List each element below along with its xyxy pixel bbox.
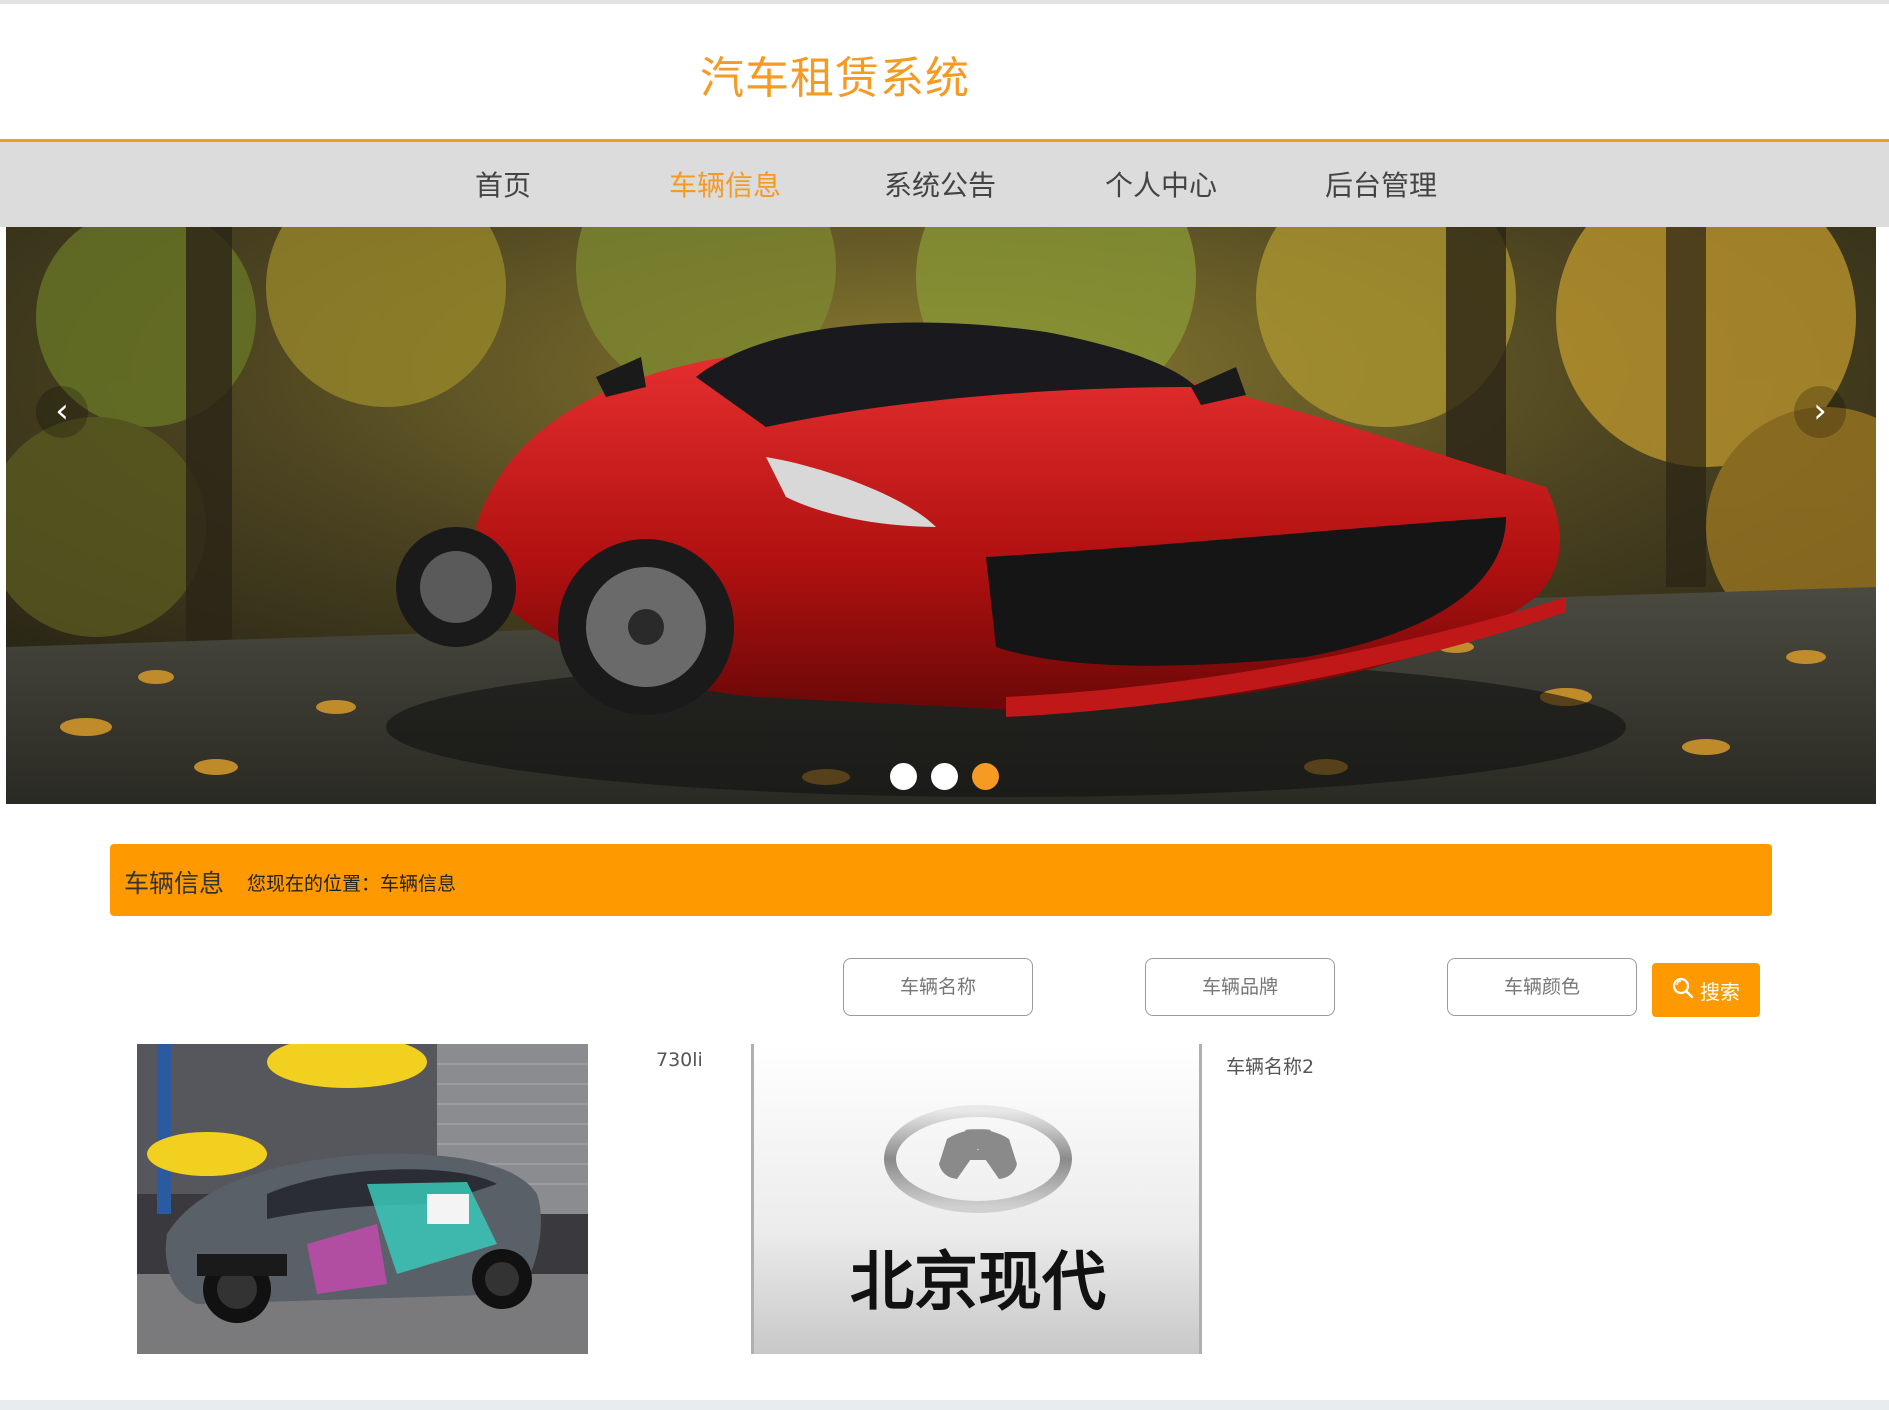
vehicle-photo-1 bbox=[137, 1044, 588, 1354]
nav-item-announcements[interactable]: 系统公告 bbox=[884, 164, 996, 204]
site-title: 汽车租赁系统 bbox=[700, 53, 970, 104]
search-button-label: 搜索 bbox=[1700, 979, 1740, 1004]
vehicle-color-input[interactable] bbox=[1447, 958, 1637, 1016]
search-button[interactable]: 搜索 bbox=[1652, 963, 1760, 1017]
vehicle-name-1[interactable]: 730li bbox=[656, 1049, 703, 1071]
vehicle-name-2[interactable]: 车辆名称2 bbox=[1226, 1052, 1314, 1079]
vehicle-image-1[interactable] bbox=[137, 1044, 588, 1354]
top-border bbox=[0, 0, 1889, 4]
carousel-prev-button[interactable]: ‹ bbox=[36, 386, 88, 438]
footer-border bbox=[0, 1400, 1889, 1410]
vehicle-image-2[interactable]: 北京现代 bbox=[751, 1044, 1202, 1354]
carousel-indicators bbox=[890, 763, 1008, 794]
nav-item-vehicles[interactable]: 车辆信息 bbox=[669, 164, 781, 204]
vehicle-name-input[interactable] bbox=[843, 958, 1033, 1016]
nav-item-home[interactable]: 首页 bbox=[475, 164, 531, 204]
search-icon bbox=[1672, 977, 1694, 1004]
carousel-dot-3[interactable] bbox=[972, 763, 1000, 790]
section-title: 车辆信息 bbox=[124, 869, 225, 898]
carousel-next-button[interactable]: › bbox=[1794, 386, 1846, 438]
nav-item-personal-center[interactable]: 个人中心 bbox=[1105, 164, 1217, 204]
chevron-right-icon: › bbox=[1813, 391, 1827, 431]
chevron-left-icon: ‹ bbox=[55, 391, 69, 431]
vehicle-photo-2: 北京现代 bbox=[751, 1044, 1202, 1354]
nav-item-admin[interactable]: 后台管理 bbox=[1325, 164, 1437, 204]
main-nav: 首页 车辆信息 系统公告 个人中心 后台管理 bbox=[0, 139, 1889, 227]
banner-carousel: ‹ › bbox=[6, 227, 1876, 804]
breadcrumb: 您现在的位置：车辆信息 bbox=[247, 873, 457, 895]
banner-image bbox=[6, 227, 1876, 804]
logo-text: 北京现代 bbox=[850, 1246, 1106, 1320]
vehicle-brand-input[interactable] bbox=[1145, 958, 1335, 1016]
carousel-dot-1[interactable] bbox=[890, 763, 917, 790]
section-header: 车辆信息 您现在的位置：车辆信息 bbox=[110, 844, 1772, 916]
carousel-dot-2[interactable] bbox=[931, 763, 959, 790]
